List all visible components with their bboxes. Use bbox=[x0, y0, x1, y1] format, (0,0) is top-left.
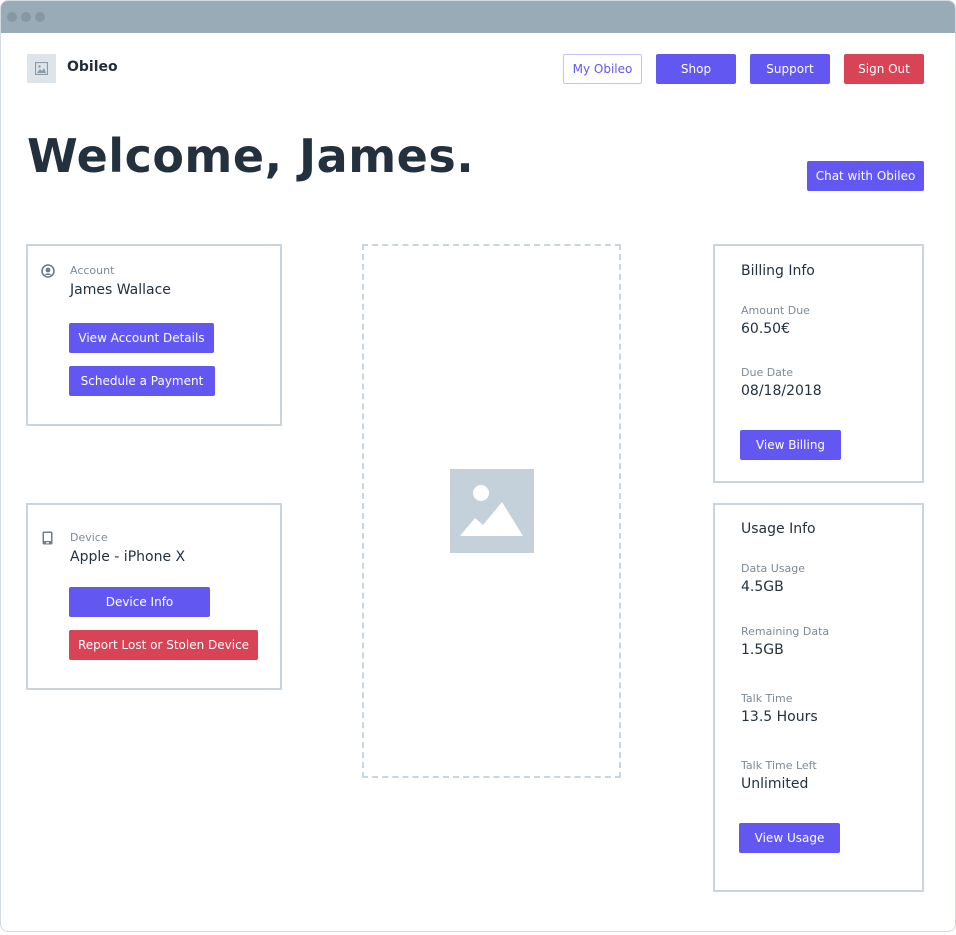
window-titlebar bbox=[1, 1, 955, 33]
account-card: Account James Wallace View Account Detai… bbox=[26, 244, 282, 426]
account-label: Account bbox=[70, 264, 115, 277]
data-usage-value: 4.5GB bbox=[741, 579, 784, 595]
logo[interactable] bbox=[27, 54, 56, 83]
remaining-data-value: 1.5GB bbox=[741, 642, 784, 658]
usage-card: Usage Info Data Usage 4.5GB Remaining Da… bbox=[713, 503, 924, 892]
device-info-button[interactable]: Device Info bbox=[69, 587, 210, 617]
amount-due-label: Amount Due bbox=[741, 304, 810, 317]
usage-title: Usage Info bbox=[741, 521, 816, 537]
talk-time-value: 13.5 Hours bbox=[741, 709, 818, 725]
image-placeholder-icon bbox=[450, 469, 534, 553]
device-label: Device bbox=[70, 531, 108, 544]
device-card: Device Apple - iPhone X Device Info Repo… bbox=[26, 503, 282, 690]
talk-time-label: Talk Time bbox=[741, 692, 793, 705]
shop-button[interactable]: Shop bbox=[656, 54, 736, 84]
amount-due-value: 60.50€ bbox=[741, 321, 790, 337]
view-billing-button[interactable]: View Billing bbox=[740, 430, 841, 460]
view-usage-button[interactable]: View Usage bbox=[739, 823, 840, 853]
window-minimize-dot[interactable] bbox=[21, 12, 31, 22]
image-icon bbox=[35, 62, 48, 75]
report-lost-device-button[interactable]: Report Lost or Stolen Device bbox=[69, 630, 258, 660]
account-name: James Wallace bbox=[70, 282, 171, 298]
window-maximize-dot[interactable] bbox=[35, 12, 45, 22]
device-name: Apple - iPhone X bbox=[70, 549, 186, 565]
data-usage-label: Data Usage bbox=[741, 562, 806, 575]
window-close-dot[interactable] bbox=[7, 12, 17, 22]
user-circle-icon bbox=[41, 264, 55, 278]
due-date-value: 08/18/2018 bbox=[741, 383, 822, 399]
billing-card: Billing Info Amount Due 60.50€ Due Date … bbox=[713, 244, 924, 483]
my-obileo-button[interactable]: My Obileo bbox=[563, 54, 642, 84]
due-date-label: Due Date bbox=[741, 366, 793, 379]
page-title: Welcome, James. bbox=[27, 129, 475, 183]
schedule-payment-button[interactable]: Schedule a Payment bbox=[69, 366, 215, 396]
talk-time-left-value: Unlimited bbox=[741, 776, 809, 792]
phone-icon bbox=[42, 531, 53, 545]
browser-window: Obileo My Obileo Shop Support Sign Out W… bbox=[0, 0, 956, 932]
brand-name[interactable]: Obileo bbox=[67, 59, 118, 75]
sign-out-button[interactable]: Sign Out bbox=[844, 54, 924, 84]
billing-title: Billing Info bbox=[741, 263, 815, 279]
talk-time-left-label: Talk Time Left bbox=[741, 759, 817, 772]
remaining-data-label: Remaining Data bbox=[741, 625, 830, 638]
view-account-details-button[interactable]: View Account Details bbox=[69, 323, 214, 353]
chat-button[interactable]: Chat with Obileo bbox=[807, 161, 924, 191]
support-button[interactable]: Support bbox=[750, 54, 830, 84]
